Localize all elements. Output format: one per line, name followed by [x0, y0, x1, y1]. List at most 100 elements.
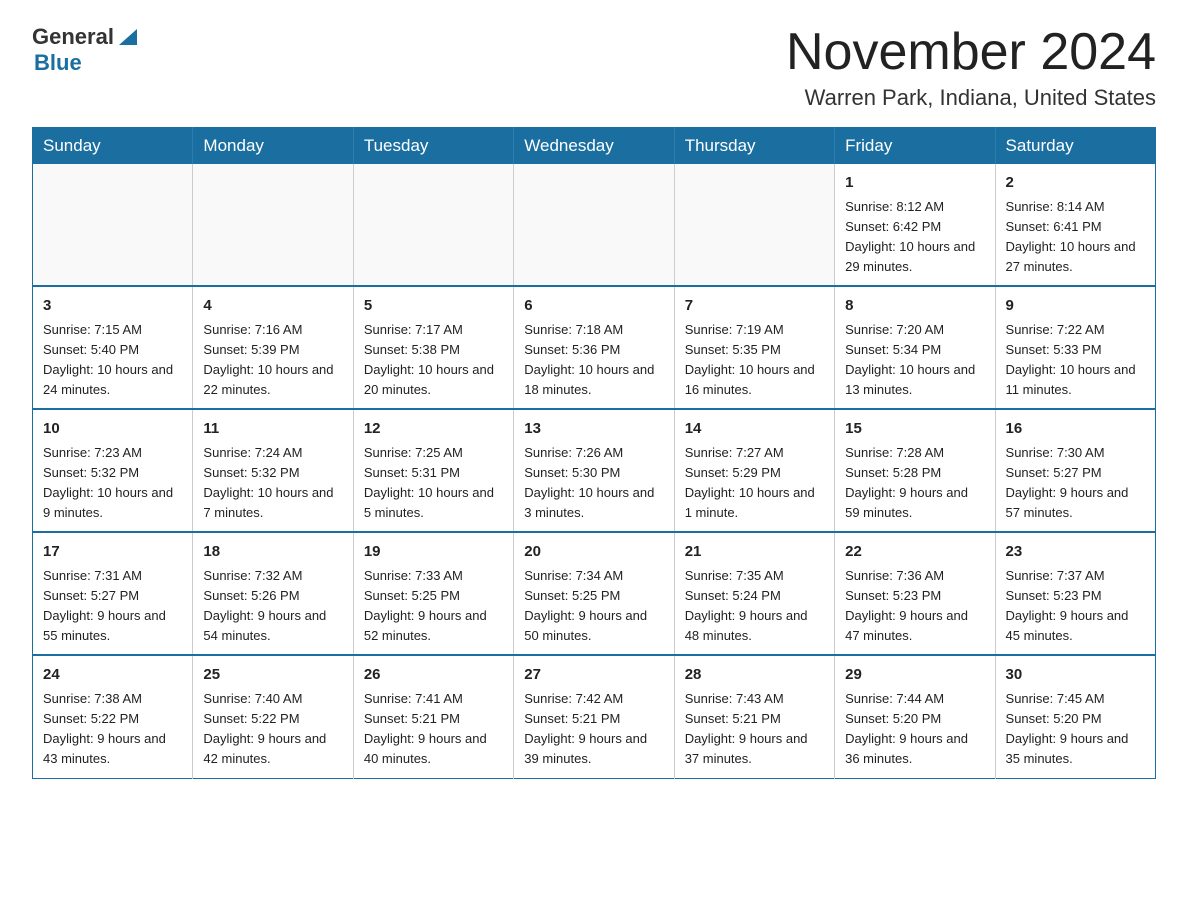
weekday-header-saturday: Saturday [995, 128, 1155, 165]
week-row-1: 1Sunrise: 8:12 AMSunset: 6:42 PMDaylight… [33, 164, 1156, 286]
calendar-cell: 15Sunrise: 7:28 AMSunset: 5:28 PMDayligh… [835, 409, 995, 532]
day-number: 24 [43, 664, 182, 687]
day-info: Sunrise: 7:31 AMSunset: 5:27 PMDaylight:… [43, 566, 182, 647]
logo-blue-text: Blue [34, 50, 82, 75]
calendar-cell: 6Sunrise: 7:18 AMSunset: 5:36 PMDaylight… [514, 286, 674, 409]
calendar-cell: 18Sunrise: 7:32 AMSunset: 5:26 PMDayligh… [193, 532, 353, 655]
day-info: Sunrise: 7:15 AMSunset: 5:40 PMDaylight:… [43, 320, 182, 401]
week-row-4: 17Sunrise: 7:31 AMSunset: 5:27 PMDayligh… [33, 532, 1156, 655]
day-info: Sunrise: 7:44 AMSunset: 5:20 PMDaylight:… [845, 689, 984, 770]
day-number: 2 [1006, 172, 1145, 195]
day-number: 8 [845, 295, 984, 318]
calendar-cell: 24Sunrise: 7:38 AMSunset: 5:22 PMDayligh… [33, 655, 193, 778]
calendar-table: SundayMondayTuesdayWednesdayThursdayFrid… [32, 127, 1156, 778]
day-info: Sunrise: 7:34 AMSunset: 5:25 PMDaylight:… [524, 566, 663, 647]
calendar-cell: 9Sunrise: 7:22 AMSunset: 5:33 PMDaylight… [995, 286, 1155, 409]
day-number: 9 [1006, 295, 1145, 318]
day-info: Sunrise: 7:28 AMSunset: 5:28 PMDaylight:… [845, 443, 984, 524]
header: General Blue November 2024 Warren Park, … [32, 24, 1156, 111]
day-number: 30 [1006, 664, 1145, 687]
calendar-cell: 19Sunrise: 7:33 AMSunset: 5:25 PMDayligh… [353, 532, 513, 655]
day-info: Sunrise: 7:43 AMSunset: 5:21 PMDaylight:… [685, 689, 824, 770]
day-number: 5 [364, 295, 503, 318]
calendar-cell: 22Sunrise: 7:36 AMSunset: 5:23 PMDayligh… [835, 532, 995, 655]
day-number: 17 [43, 541, 182, 564]
day-number: 13 [524, 418, 663, 441]
calendar-cell: 27Sunrise: 7:42 AMSunset: 5:21 PMDayligh… [514, 655, 674, 778]
calendar-cell: 3Sunrise: 7:15 AMSunset: 5:40 PMDaylight… [33, 286, 193, 409]
day-number: 19 [364, 541, 503, 564]
day-number: 10 [43, 418, 182, 441]
calendar-cell: 16Sunrise: 7:30 AMSunset: 5:27 PMDayligh… [995, 409, 1155, 532]
day-number: 23 [1006, 541, 1145, 564]
day-number: 27 [524, 664, 663, 687]
weekday-header-wednesday: Wednesday [514, 128, 674, 165]
calendar-cell: 8Sunrise: 7:20 AMSunset: 5:34 PMDaylight… [835, 286, 995, 409]
week-row-5: 24Sunrise: 7:38 AMSunset: 5:22 PMDayligh… [33, 655, 1156, 778]
day-number: 11 [203, 418, 342, 441]
calendar-cell: 1Sunrise: 8:12 AMSunset: 6:42 PMDaylight… [835, 164, 995, 286]
day-info: Sunrise: 7:26 AMSunset: 5:30 PMDaylight:… [524, 443, 663, 524]
calendar-cell: 26Sunrise: 7:41 AMSunset: 5:21 PMDayligh… [353, 655, 513, 778]
calendar-cell: 11Sunrise: 7:24 AMSunset: 5:32 PMDayligh… [193, 409, 353, 532]
calendar-cell: 7Sunrise: 7:19 AMSunset: 5:35 PMDaylight… [674, 286, 834, 409]
day-info: Sunrise: 7:36 AMSunset: 5:23 PMDaylight:… [845, 566, 984, 647]
weekday-header-friday: Friday [835, 128, 995, 165]
day-info: Sunrise: 8:14 AMSunset: 6:41 PMDaylight:… [1006, 197, 1145, 278]
day-number: 21 [685, 541, 824, 564]
calendar-cell: 30Sunrise: 7:45 AMSunset: 5:20 PMDayligh… [995, 655, 1155, 778]
day-number: 20 [524, 541, 663, 564]
day-number: 26 [364, 664, 503, 687]
day-info: Sunrise: 7:18 AMSunset: 5:36 PMDaylight:… [524, 320, 663, 401]
day-info: Sunrise: 7:25 AMSunset: 5:31 PMDaylight:… [364, 443, 503, 524]
day-number: 3 [43, 295, 182, 318]
calendar-cell [674, 164, 834, 286]
day-number: 7 [685, 295, 824, 318]
day-info: Sunrise: 7:41 AMSunset: 5:21 PMDaylight:… [364, 689, 503, 770]
calendar-cell [353, 164, 513, 286]
location-title: Warren Park, Indiana, United States [786, 85, 1156, 111]
day-number: 15 [845, 418, 984, 441]
day-info: Sunrise: 8:12 AMSunset: 6:42 PMDaylight:… [845, 197, 984, 278]
day-info: Sunrise: 7:32 AMSunset: 5:26 PMDaylight:… [203, 566, 342, 647]
week-row-2: 3Sunrise: 7:15 AMSunset: 5:40 PMDaylight… [33, 286, 1156, 409]
calendar-cell [193, 164, 353, 286]
day-info: Sunrise: 7:33 AMSunset: 5:25 PMDaylight:… [364, 566, 503, 647]
calendar-cell: 13Sunrise: 7:26 AMSunset: 5:30 PMDayligh… [514, 409, 674, 532]
calendar-cell: 23Sunrise: 7:37 AMSunset: 5:23 PMDayligh… [995, 532, 1155, 655]
week-row-3: 10Sunrise: 7:23 AMSunset: 5:32 PMDayligh… [33, 409, 1156, 532]
day-number: 28 [685, 664, 824, 687]
logo-triangle-icon [117, 27, 139, 49]
day-number: 22 [845, 541, 984, 564]
day-info: Sunrise: 7:17 AMSunset: 5:38 PMDaylight:… [364, 320, 503, 401]
day-number: 4 [203, 295, 342, 318]
day-info: Sunrise: 7:27 AMSunset: 5:29 PMDaylight:… [685, 443, 824, 524]
day-info: Sunrise: 7:16 AMSunset: 5:39 PMDaylight:… [203, 320, 342, 401]
day-number: 18 [203, 541, 342, 564]
day-info: Sunrise: 7:42 AMSunset: 5:21 PMDaylight:… [524, 689, 663, 770]
calendar-cell: 28Sunrise: 7:43 AMSunset: 5:21 PMDayligh… [674, 655, 834, 778]
weekday-header-monday: Monday [193, 128, 353, 165]
calendar-cell: 29Sunrise: 7:44 AMSunset: 5:20 PMDayligh… [835, 655, 995, 778]
day-info: Sunrise: 7:23 AMSunset: 5:32 PMDaylight:… [43, 443, 182, 524]
day-number: 16 [1006, 418, 1145, 441]
title-area: November 2024 Warren Park, Indiana, Unit… [786, 24, 1156, 111]
day-info: Sunrise: 7:38 AMSunset: 5:22 PMDaylight:… [43, 689, 182, 770]
weekday-header-tuesday: Tuesday [353, 128, 513, 165]
calendar-cell: 25Sunrise: 7:40 AMSunset: 5:22 PMDayligh… [193, 655, 353, 778]
day-number: 14 [685, 418, 824, 441]
weekday-header-thursday: Thursday [674, 128, 834, 165]
day-info: Sunrise: 7:19 AMSunset: 5:35 PMDaylight:… [685, 320, 824, 401]
calendar-cell [33, 164, 193, 286]
day-number: 1 [845, 172, 984, 195]
calendar-cell: 10Sunrise: 7:23 AMSunset: 5:32 PMDayligh… [33, 409, 193, 532]
calendar-cell [514, 164, 674, 286]
day-number: 6 [524, 295, 663, 318]
day-info: Sunrise: 7:37 AMSunset: 5:23 PMDaylight:… [1006, 566, 1145, 647]
logo-general-text: General [32, 24, 114, 50]
calendar-cell: 2Sunrise: 8:14 AMSunset: 6:41 PMDaylight… [995, 164, 1155, 286]
day-number: 29 [845, 664, 984, 687]
day-number: 25 [203, 664, 342, 687]
day-info: Sunrise: 7:30 AMSunset: 5:27 PMDaylight:… [1006, 443, 1145, 524]
day-number: 12 [364, 418, 503, 441]
